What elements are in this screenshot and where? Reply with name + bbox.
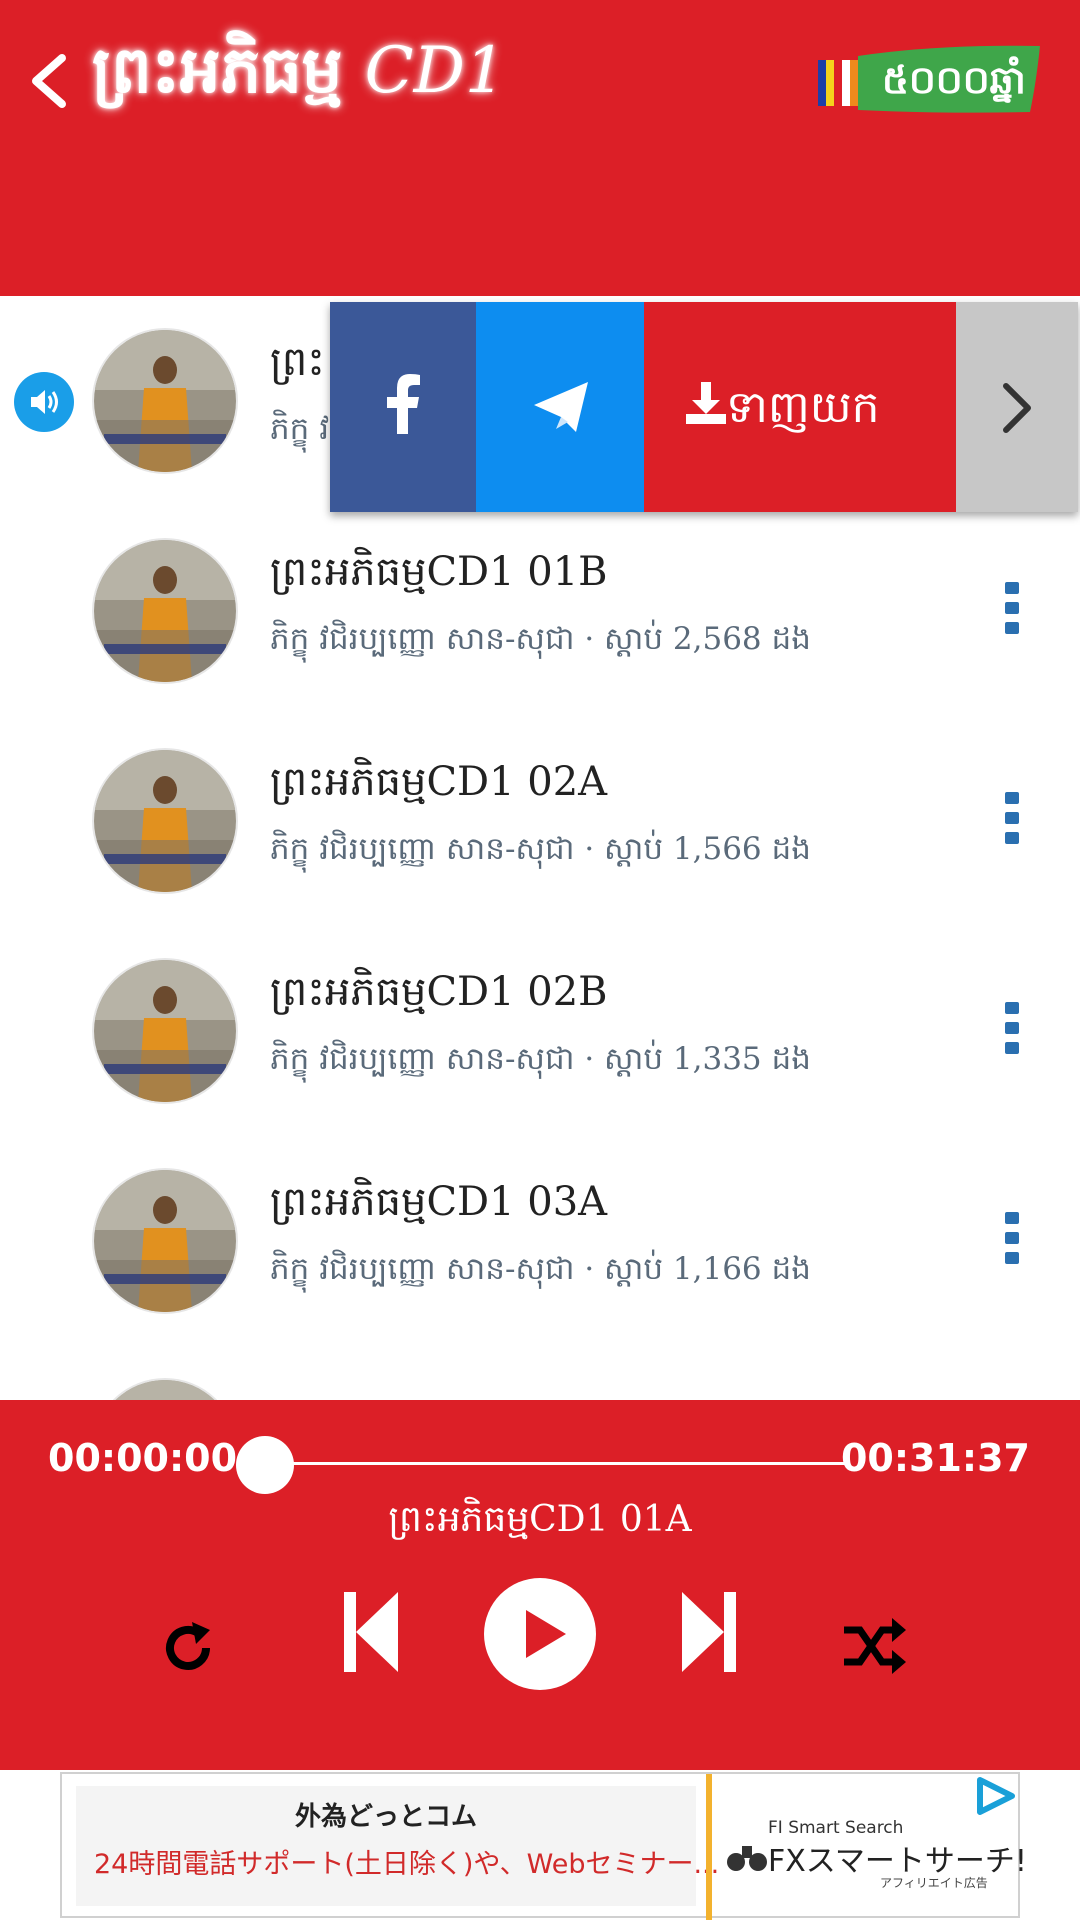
- speaker-icon: [14, 372, 74, 432]
- avatar: [92, 748, 238, 894]
- track-row[interactable]: ព្រះអភិធម្មCD1 01B ភិក្ខុ វជិរប្បញ្ញោ សា…: [0, 508, 1080, 718]
- ad-banner[interactable]: 外為どっとコム 24時間電話サポート(土日除く)や、Webセミナー... FI …: [60, 1772, 1027, 1920]
- chevron-right-icon: [1003, 383, 1031, 433]
- ad-description: 24時間電話サポート(土日除く)や、Webセミナー...: [94, 1849, 720, 1880]
- download-icon: [686, 382, 726, 424]
- download-label: ទាញយក: [726, 382, 880, 433]
- track-title: ព្រះអភិធម្មCD1 03A: [270, 1179, 608, 1225]
- back-arrow-icon[interactable]: [22, 48, 78, 114]
- current-time: 00:00:00: [48, 1436, 238, 1480]
- avatar: [92, 1168, 238, 1314]
- track-subtitle: ភិក្ខុ វជិរប្បញ្ញោ សាន-សុជា · ស្តាប់ 1,1…: [270, 1251, 811, 1287]
- ad-logo-top: FI Smart Search: [768, 1818, 904, 1838]
- share-more-button[interactable]: [956, 302, 1078, 512]
- more-options-icon[interactable]: [1002, 1000, 1022, 1056]
- page-title-suffix: CD1: [364, 34, 506, 108]
- facebook-icon: [387, 374, 420, 434]
- app-logo-text: ៥០០០ឆ្នាំ: [882, 58, 1026, 102]
- telegram-icon: [534, 382, 588, 432]
- avatar: [92, 958, 238, 1104]
- more-options-icon[interactable]: [1002, 580, 1022, 636]
- shuffle-icon[interactable]: [842, 1618, 908, 1674]
- facebook-share-button[interactable]: [330, 302, 476, 512]
- app-header: ព្រះអភិធម្ម CD1 ៥០០០ឆ្នាំ: [0, 0, 1080, 296]
- page-title-main: ព្រះអភិធម្ម: [92, 33, 343, 108]
- track-row[interactable]: ព្រះអភិធម្មCD1 02A ភិក្ខុ វជិរប្បញ្ញោ សា…: [0, 718, 1080, 928]
- audio-player: 00:00:00 00:31:37 ព្រះអភិធម្មCD1 01A: [0, 1400, 1080, 1770]
- track-title: ព្រះអភិធម្មCD1 02A: [270, 759, 608, 805]
- ad-divider: [706, 1774, 712, 1920]
- avatar: [92, 538, 238, 684]
- track-row[interactable]: ព្រះអភិធម្មCD1 03A ភិក្ខុ វជិរប្បញ្ញោ សា…: [0, 1138, 1080, 1348]
- page-title: ព្រះអភិធម្ម CD1: [92, 30, 506, 124]
- ad-text-block[interactable]: 外為どっとコム 24時間電話サポート(土日除く)や、Webセミナー...: [76, 1786, 719, 1906]
- track-subtitle: ភិក្ខុ វ: [270, 411, 330, 447]
- track-row[interactable]: ព្រះអភិធម្មCD1 02B ភិក្ខុ វជិរប្បញ្ញោ សា…: [0, 928, 1080, 1138]
- track-title: ព្រះអភិធម្មCD1 01B: [270, 549, 608, 595]
- total-time: 00:31:37: [840, 1436, 1030, 1480]
- ad-choices-icon[interactable]: [974, 1776, 1018, 1816]
- avatar: [92, 328, 238, 474]
- share-menu: ទាញយក: [330, 302, 1078, 512]
- track-title: ព្រះ: [270, 339, 325, 385]
- play-icon[interactable]: [484, 1578, 596, 1690]
- ad-logo-subtext: アフィリエイト広告: [880, 1876, 988, 1890]
- track-title: ព្រះអភិធម្មCD1 02B: [270, 969, 608, 1015]
- track-subtitle: ភិក្ខុ វជិរប្បញ្ញោ សាន-សុជា · ស្តាប់ 1,5…: [270, 831, 811, 867]
- more-options-icon[interactable]: [1002, 1210, 1022, 1266]
- track-subtitle: ភិក្ខុ វជិរប្បញ្ញោ សាន-សុជា · ស្តាប់ 1,3…: [270, 1041, 811, 1077]
- ad-title: 外為どっとコム: [294, 1802, 477, 1832]
- track-subtitle: ភិក្ខុ វជិរប្បញ្ញោ សាន-សុជា · ស្តាប់ 2,5…: [270, 621, 811, 657]
- seek-bar[interactable]: [264, 1462, 846, 1465]
- telegram-share-button[interactable]: [476, 302, 644, 512]
- seek-handle[interactable]: [236, 1436, 294, 1494]
- download-button[interactable]: ទាញយក: [644, 302, 956, 512]
- binoculars-icon: [727, 1846, 767, 1871]
- repeat-icon[interactable]: [158, 1618, 218, 1678]
- more-options-icon[interactable]: [1002, 790, 1022, 846]
- next-icon[interactable]: [680, 1592, 740, 1672]
- now-playing-title: ព្រះអភិធម្មCD1 01A: [388, 1499, 692, 1540]
- previous-icon[interactable]: [340, 1592, 400, 1672]
